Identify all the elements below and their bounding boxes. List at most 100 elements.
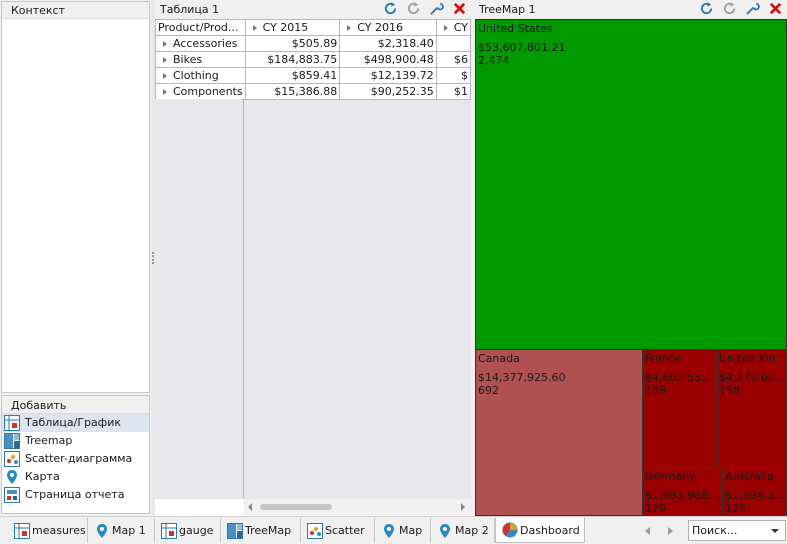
tab-measures[interactable]: measures (8, 518, 88, 543)
tab-gauge[interactable]: gauge (155, 518, 221, 543)
scroll-right-icon[interactable] (461, 503, 465, 511)
report-page-icon (4, 487, 20, 503)
wrench-icon[interactable] (429, 1, 444, 16)
table-chart-icon (161, 522, 177, 539)
treemap-tile-germany[interactable]: Germany $1,983,988... 129 (642, 467, 723, 516)
add-item-label: Страница отчета (25, 488, 125, 501)
expand-arrow-icon[interactable] (163, 40, 167, 47)
map-pin-icon (97, 523, 107, 538)
row-header[interactable]: Bikes (155, 51, 246, 68)
table-cell: $12,139.72 (339, 67, 437, 84)
add-item-report-page[interactable]: Страница отчета (2, 486, 149, 504)
add-item-scatter[interactable]: Scatter-диаграмма (2, 450, 149, 468)
expand-arrow-icon[interactable] (163, 88, 167, 95)
add-item-label: Карта (25, 470, 60, 483)
table-row: Accessories $505.89 $2,318.40 (155, 35, 471, 52)
table-header-row: Product/Prod... CY 2015 CY 2016 CY (155, 19, 471, 36)
table-row: Bikes $184,883.75 $498,900.48 $6 (155, 51, 471, 68)
table-cell: $1 (435, 83, 471, 100)
tab-scroll-arrows (645, 525, 691, 538)
dashboard-icon (502, 522, 518, 538)
context-panel: Контекст (1, 1, 150, 393)
map-pin-icon (440, 523, 450, 538)
context-header: Контекст (2, 2, 149, 19)
refresh-all-icon[interactable] (406, 1, 421, 16)
table-panel-title: Таблица 1 (160, 3, 220, 16)
table-chart-icon (4, 415, 20, 431)
expand-arrow-icon[interactable] (163, 56, 167, 63)
expand-arrow-icon[interactable] (163, 72, 167, 79)
scroll-left-icon[interactable] (248, 503, 252, 511)
row-header[interactable]: Components (155, 83, 246, 100)
search-dropdown[interactable]: Поиск... (688, 520, 786, 541)
scroll-thumb[interactable] (260, 504, 332, 510)
add-header: Добавить (2, 396, 149, 414)
tab-map[interactable]: Map (375, 518, 431, 543)
row-header[interactable]: Accessories (155, 35, 246, 52)
table-row: Clothing $859.41 $12,139.72 $ (155, 67, 471, 84)
expand-arrow-icon[interactable] (443, 24, 448, 31)
add-item-map[interactable]: Карта (2, 468, 149, 486)
tab-scroll-right-icon[interactable] (668, 527, 673, 535)
row-header[interactable]: Clothing (155, 67, 246, 84)
table-cell: $184,883.75 (244, 51, 341, 68)
tab-treemap[interactable]: TreeMap (221, 518, 301, 543)
treemap-panel: TreeMap 1 United States $53,607,801.21 2… (474, 0, 787, 516)
add-item-label: Scatter-диаграмма (25, 452, 133, 465)
tab-dashboard[interactable]: Dashboard (495, 518, 585, 543)
table-panel: Таблица 1 Product/Prod... CY 2015 CY 201… (155, 0, 471, 516)
tab-map-2[interactable]: Map 2 (431, 518, 495, 543)
wrench-icon[interactable] (745, 1, 760, 16)
expand-arrow-icon[interactable] (252, 24, 257, 31)
add-panel: Добавить Таблица/График Treemap Scatter-… (1, 395, 150, 514)
treemap-tile-united-kingdom[interactable]: United Kin... $4,279,00... 188 (716, 349, 787, 468)
scatter-icon (307, 522, 323, 539)
table-cell: $ (435, 67, 471, 84)
tab-scroll-left-icon[interactable] (645, 527, 650, 535)
close-icon[interactable] (452, 1, 467, 16)
table-panel-header: Таблица 1 (155, 0, 471, 19)
table-cell: $859.41 (244, 67, 341, 84)
treemap-area: United States $53,607,801.21 2,474 Canad… (475, 19, 787, 516)
table-chart-icon (14, 522, 30, 539)
corner-header[interactable]: Product/Prod... (155, 19, 246, 36)
treemap-panel-header: TreeMap 1 (474, 0, 787, 19)
chevron-down-icon[interactable] (771, 529, 779, 533)
expand-arrow-icon[interactable] (347, 24, 352, 31)
treemap-tile-australia[interactable]: Australia $1,594,3... 125 (722, 467, 787, 516)
close-icon[interactable] (768, 1, 783, 16)
scatter-icon (4, 451, 20, 467)
map-pin-icon (384, 523, 394, 538)
search-placeholder: Поиск... (692, 524, 738, 537)
map-pin-icon (7, 470, 17, 484)
pivot-table-area: Product/Prod... CY 2015 CY 2016 CY Acces… (155, 19, 471, 499)
add-item-table-chart[interactable]: Таблица/График (2, 414, 149, 432)
add-item-label: Treemap (25, 434, 73, 447)
treemap-tile-united-states[interactable]: United States $53,607,801.21 2,474 (475, 19, 787, 350)
horizontal-scrollbar[interactable] (244, 499, 471, 516)
pivot-table: Product/Prod... CY 2015 CY 2016 CY Acces… (155, 19, 471, 100)
table-row: Components $15,386.88 $90,252.35 $1 (155, 83, 471, 100)
table-cell: $6 (435, 51, 471, 68)
tab-map-1[interactable]: Map 1 (88, 518, 155, 543)
column-header[interactable]: CY 2016 (339, 19, 437, 36)
treemap-icon (4, 433, 20, 449)
column-header[interactable]: CY (435, 19, 471, 36)
column-header[interactable]: CY 2015 (244, 19, 341, 36)
table-cell: $498,900.48 (339, 51, 437, 68)
treemap-tile-canada[interactable]: Canada $14,377,925.60 692 (475, 349, 643, 516)
treemap-icon (227, 522, 243, 539)
table-cell (435, 35, 471, 52)
treemap-tile-france[interactable]: France $4,607,53... 188 (642, 349, 717, 468)
tab-scatter[interactable]: Scatter (301, 518, 375, 543)
refresh-icon[interactable] (383, 1, 398, 16)
table-cell: $505.89 (244, 35, 341, 52)
table-cell: $2,318.40 (339, 35, 437, 52)
sheet-tab-bar: measures Map 1 gauge TreeMap Scatter Map… (0, 516, 787, 544)
refresh-all-icon[interactable] (722, 1, 737, 16)
add-item-label: Таблица/График (25, 416, 121, 429)
refresh-icon[interactable] (699, 1, 714, 16)
add-item-treemap[interactable]: Treemap (2, 432, 149, 450)
table-cell: $90,252.35 (339, 83, 437, 100)
row-header-column (155, 99, 244, 499)
